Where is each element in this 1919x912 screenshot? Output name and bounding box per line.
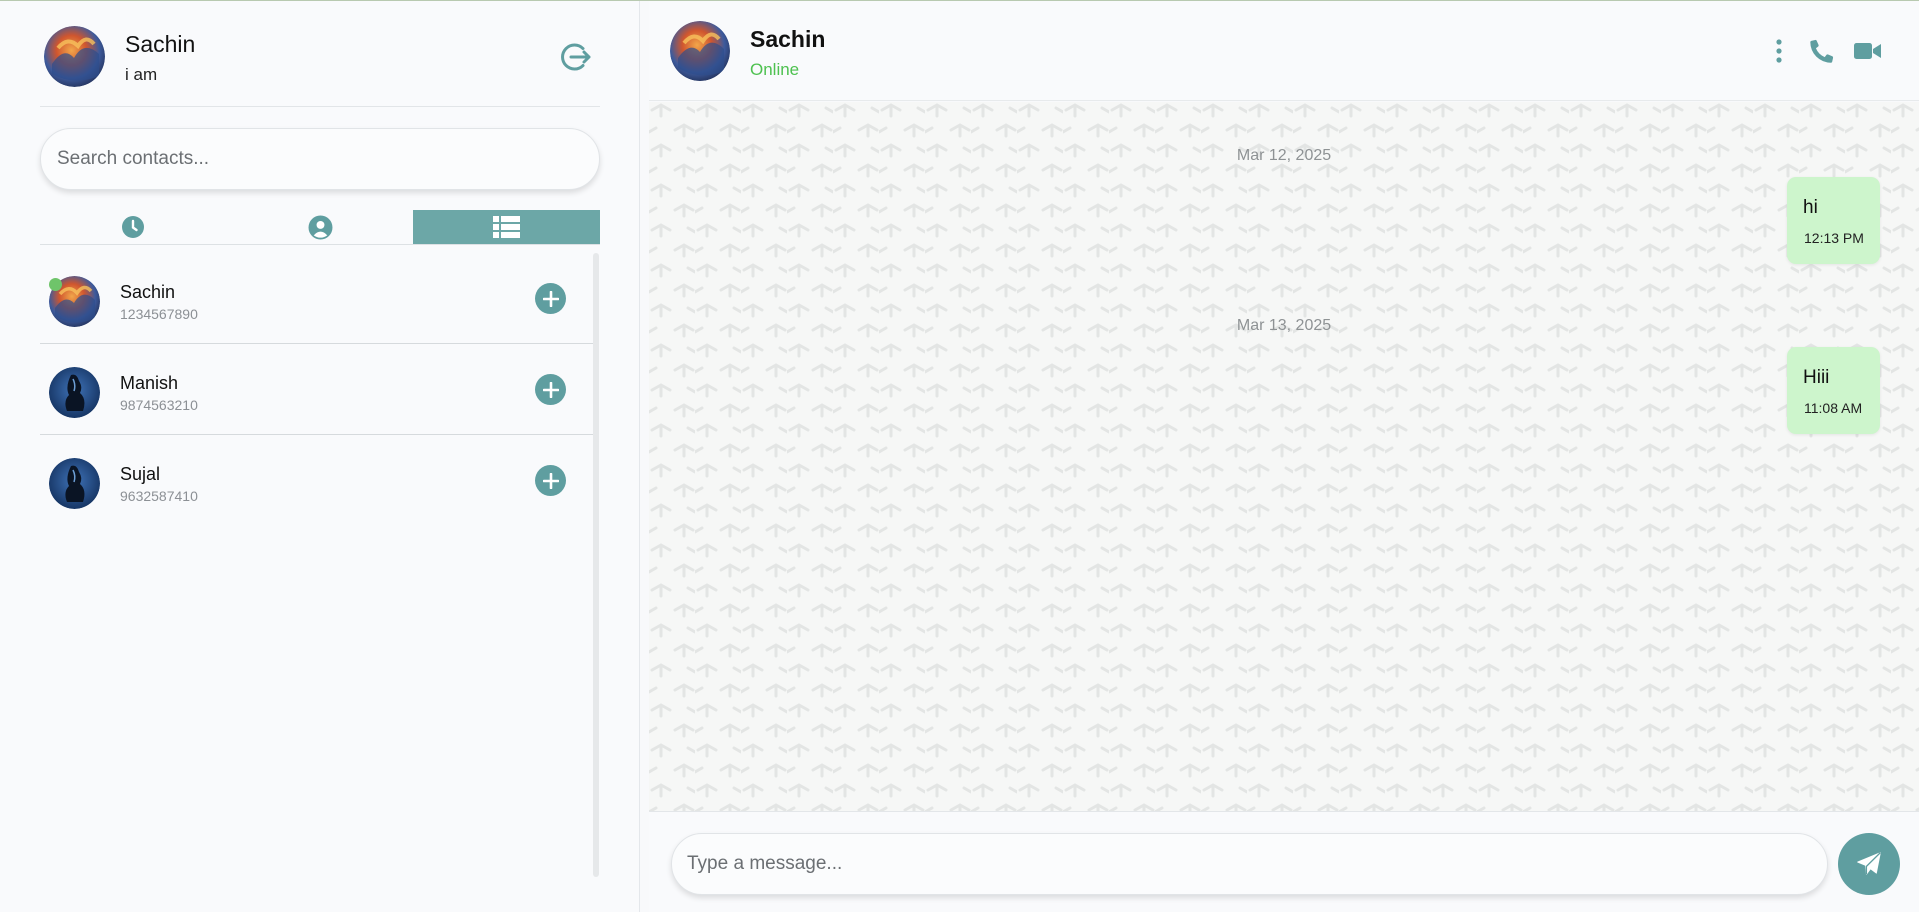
- date-separator: Mar 12, 2025: [1236, 147, 1332, 164]
- message-text: Hiii: [1803, 367, 1830, 388]
- profile-header: Sachin i am: [40, 25, 600, 107]
- message-text: hi: [1803, 197, 1818, 218]
- contact-phone: 9632587410: [120, 488, 198, 504]
- contact-list-scrollbar[interactable]: [593, 253, 599, 877]
- logout-button[interactable]: [557, 39, 593, 75]
- message-area[interactable]: Mar 12, 2025 hi 12:13 PM Mar 13, 2025 Hi…: [649, 102, 1919, 811]
- search-input[interactable]: [41, 129, 599, 189]
- clock-icon: [122, 216, 145, 238]
- contact-phone: 9874563210: [120, 397, 198, 413]
- message-composer: [649, 811, 1919, 912]
- message-time: 11:08 AM: [1804, 400, 1863, 416]
- contact-name: Sujal: [120, 464, 161, 484]
- contact-item[interactable]: Sachin 1234567890: [40, 253, 596, 344]
- chat-background-pattern: [649, 102, 1919, 811]
- outgoing-message[interactable]: Hiii 11:08 AM: [1787, 347, 1880, 434]
- tab-recent[interactable]: [40, 210, 227, 244]
- chat-contact-name: Sachin: [750, 26, 826, 52]
- plus-icon: [542, 381, 559, 398]
- send-icon: [1857, 852, 1881, 875]
- date-separator: Mar 13, 2025: [1236, 317, 1332, 334]
- video-camera-icon: [1853, 43, 1881, 59]
- outgoing-message[interactable]: hi 12:13 PM: [1787, 177, 1880, 264]
- plus-icon: [542, 290, 559, 307]
- tab-profile[interactable]: [227, 210, 414, 244]
- contact-item[interactable]: Manish 9874563210: [40, 344, 596, 435]
- contact-phone: 1234567890: [120, 306, 198, 322]
- tab-contacts[interactable]: [413, 210, 601, 244]
- online-indicator: [49, 278, 62, 291]
- list-icon: [493, 216, 521, 238]
- contact-avatar: [49, 367, 100, 418]
- contact-item[interactable]: Sujal 9632587410: [40, 435, 596, 526]
- user-status: i am: [125, 65, 158, 84]
- more-vertical-icon: [1776, 39, 1782, 63]
- plus-icon: [542, 472, 559, 489]
- contact-avatar: [49, 458, 100, 509]
- more-options-button[interactable]: [1770, 37, 1788, 65]
- user-avatar[interactable]: [44, 26, 105, 87]
- chat-panel: Sachin Online Mar 12, 2025 hi 12:13 PM M…: [649, 1, 1919, 912]
- contact-name: Sachin: [120, 282, 176, 302]
- user-name: Sachin: [125, 31, 196, 57]
- user-circle-icon: [308, 215, 332, 239]
- phone-icon: [1810, 39, 1834, 63]
- contact-list: Sachin 1234567890 Manish 9874563210 Suja…: [40, 253, 596, 875]
- add-contact-button[interactable]: [535, 283, 566, 314]
- chat-header: Sachin Online: [649, 1, 1919, 101]
- send-button[interactable]: [1838, 833, 1900, 895]
- sidebar-tabs: [40, 210, 601, 245]
- video-call-button[interactable]: [1852, 36, 1882, 66]
- message-time: 12:13 PM: [1804, 230, 1864, 246]
- search-box: [40, 128, 600, 190]
- chat-contact-status: Online: [750, 60, 800, 79]
- contact-name: Manish: [120, 373, 179, 393]
- logout-icon: [561, 43, 591, 71]
- chat-contact-avatar[interactable]: [670, 21, 730, 81]
- voice-call-button[interactable]: [1807, 36, 1837, 66]
- sidebar: Sachin i am Search contacts... Sachin 12…: [0, 1, 640, 912]
- add-contact-button[interactable]: [535, 374, 566, 405]
- message-input[interactable]: [672, 834, 1827, 894]
- add-contact-button[interactable]: [535, 465, 566, 496]
- message-input-box: [671, 833, 1828, 895]
